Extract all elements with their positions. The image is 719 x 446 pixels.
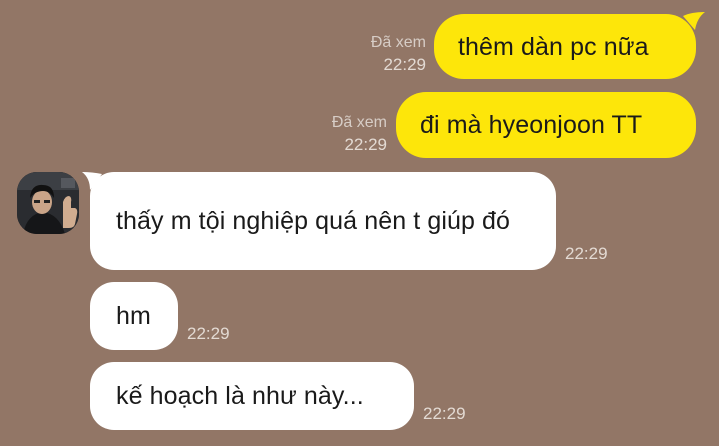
read-status: Đã xem	[370, 34, 426, 51]
message-time: 22:29	[187, 324, 230, 343]
contact-avatar[interactable]	[17, 172, 79, 234]
bubble-tail-icon	[683, 12, 705, 30]
message-time: 22:29	[344, 135, 387, 154]
message-meta: Đã xem 22:29	[336, 32, 426, 76]
message-meta: Đã xem 22:29	[297, 112, 387, 156]
message-text: kế hoạch là như này...	[116, 382, 364, 410]
message-time: 22:29	[423, 404, 466, 423]
message-time: 22:29	[383, 55, 426, 74]
outgoing-message-bubble[interactable]: đi mà hyeonjoon TT	[396, 92, 696, 158]
message-time: 22:29	[565, 244, 608, 263]
outgoing-message-bubble[interactable]: thêm dàn pc nữa	[434, 14, 696, 79]
message-text: hm	[116, 302, 151, 330]
message-text: thấy m tội nghiệp quá nên t giúp đó	[116, 207, 511, 235]
read-status: Đã xem	[331, 114, 387, 131]
user-avatar-icon	[17, 172, 79, 234]
message-text: thêm dàn pc nữa	[458, 32, 649, 61]
incoming-message-bubble[interactable]: thấy m tội nghiệp quá nên t giúp đó	[90, 172, 556, 270]
message-text: đi mà hyeonjoon TT	[420, 111, 643, 139]
incoming-message-bubble[interactable]: kế hoạch là như này...	[90, 362, 414, 430]
incoming-message-bubble[interactable]: hm	[90, 282, 178, 350]
